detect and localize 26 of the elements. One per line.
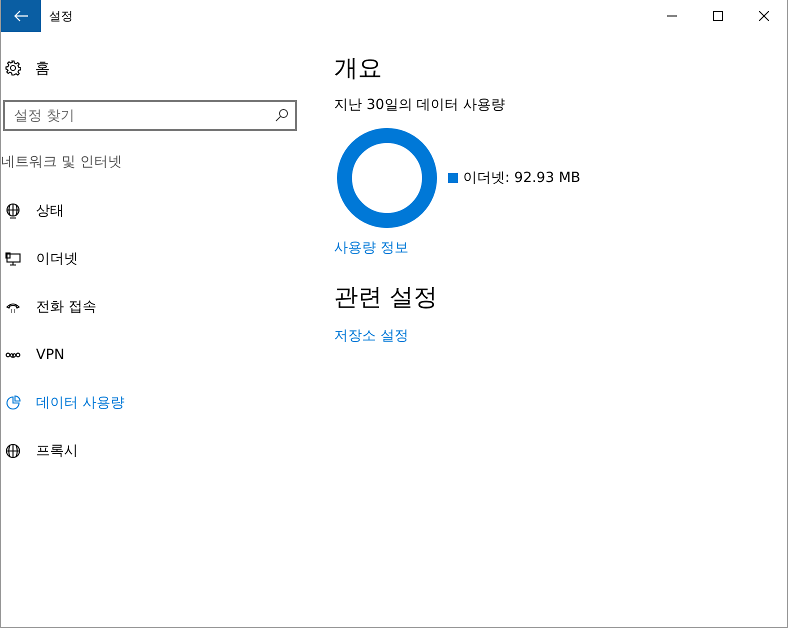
maximize-icon <box>713 11 723 21</box>
section-heading: 네트워크 및 인터넷 <box>1 154 122 170</box>
window-title: 설정 <box>49 8 74 24</box>
usage-details-link[interactable]: 사용량 정보 <box>334 239 408 257</box>
settings-link[interactable]: 저장소 설정 <box>334 327 408 345</box>
search-icon <box>275 108 289 122</box>
back-button[interactable] <box>1 0 41 32</box>
legend-label: 이더넷: 92.93 MB <box>463 169 580 187</box>
globe-monitor-icon <box>5 203 21 219</box>
close-icon <box>759 11 769 21</box>
page-heading: 개요 <box>334 53 382 84</box>
settings-icon <box>5 60 21 76</box>
monitor-icon <box>5 251 21 267</box>
pie-chart-icon <box>5 395 21 411</box>
nav-item[interactable]: 이더넷 <box>1 235 301 283</box>
search-field[interactable]: 설정 찾기 <box>3 100 297 131</box>
usage-subtitle: 지난 30일의 데이터 사용량 <box>334 96 506 114</box>
nav-item[interactable]: 전화 접속 <box>1 283 301 331</box>
section-heading: 관련 설정 <box>334 282 438 313</box>
home-link[interactable]: 홈 <box>1 52 301 84</box>
nav-item[interactable]: 데이터 사용량 <box>1 379 301 427</box>
nav-item[interactable]: 프록시 <box>1 427 301 475</box>
globe-icon <box>5 443 21 459</box>
back-arrow-icon <box>13 8 29 24</box>
nav-item[interactable]: 상태 <box>1 187 301 235</box>
nav-item[interactable]: VPN <box>1 331 301 379</box>
